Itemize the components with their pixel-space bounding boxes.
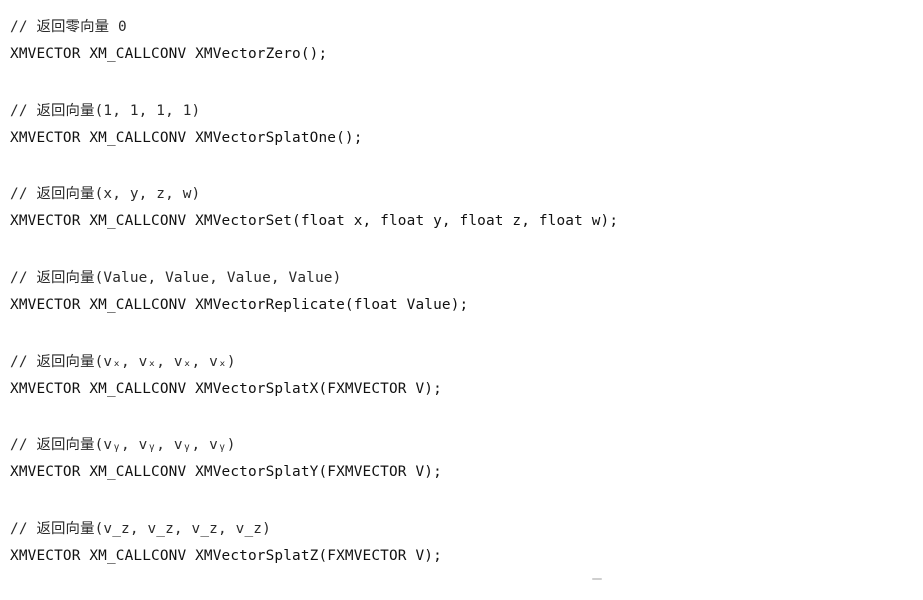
scan-artifact-mark [592,578,602,580]
comment-line: // 返回向量(x, y, z, w) [10,186,201,203]
function-declaration: XMVECTOR XM_CALLCONV XMVectorSplatZ(FXMV… [10,548,442,565]
function-declaration: XMVECTOR XM_CALLCONV XMVectorSet(float x… [10,213,619,230]
code-listing: // 返回零向量 0 XMVECTOR XM_CALLCONV XMVector… [10,14,915,600]
code-entry-vector-splat-x: // 返回向量(vₓ, vₓ, vₓ, vₓ) XMVECTOR XM_CALL… [10,349,915,403]
comment-line: // 返回向量(v_z, v_z, v_z, v_z) [10,521,271,538]
code-entry-vector-splat-z: // 返回向量(v_z, v_z, v_z, v_z) XMVECTOR XM_… [10,516,915,570]
function-declaration: XMVECTOR XM_CALLCONV XMVectorSplatX(FXMV… [10,380,442,397]
code-entry-vector-splat-one: // 返回向量(1, 1, 1, 1) XMVECTOR XM_CALLCONV… [10,98,915,152]
code-entry-vector-replicate: // 返回向量(Value, Value, Value, Value) XMVE… [10,265,915,319]
comment-line: // 返回向量(1, 1, 1, 1) [10,102,201,119]
function-declaration: XMVECTOR XM_CALLCONV XMVectorZero(); [10,46,328,62]
function-declaration: XMVECTOR XM_CALLCONV XMVectorReplicate(f… [10,297,469,314]
code-entry-vector-set: // 返回向量(x, y, z, w) XMVECTOR XM_CALLCONV… [10,181,915,235]
comment-line: // 返回向量(Value, Value, Value, Value) [10,270,342,287]
comment-line: // 返回零向量 0 [10,19,127,35]
comment-line: // 返回向量(vₓ, vₓ, vₓ, vₓ) [10,353,236,370]
function-declaration: XMVECTOR XM_CALLCONV XMVectorSplatY(FXMV… [10,464,442,481]
code-entry-vector-splat-y: // 返回向量(vᵧ, vᵧ, vᵧ, vᵧ) XMVECTOR XM_CALL… [10,432,915,486]
code-entry-vector-zero: // 返回零向量 0 XMVECTOR XM_CALLCONV XMVector… [10,14,915,68]
comment-line: // 返回向量(vᵧ, vᵧ, vᵧ, vᵧ) [10,437,236,454]
function-declaration: XMVECTOR XM_CALLCONV XMVectorSplatOne(); [10,129,363,146]
